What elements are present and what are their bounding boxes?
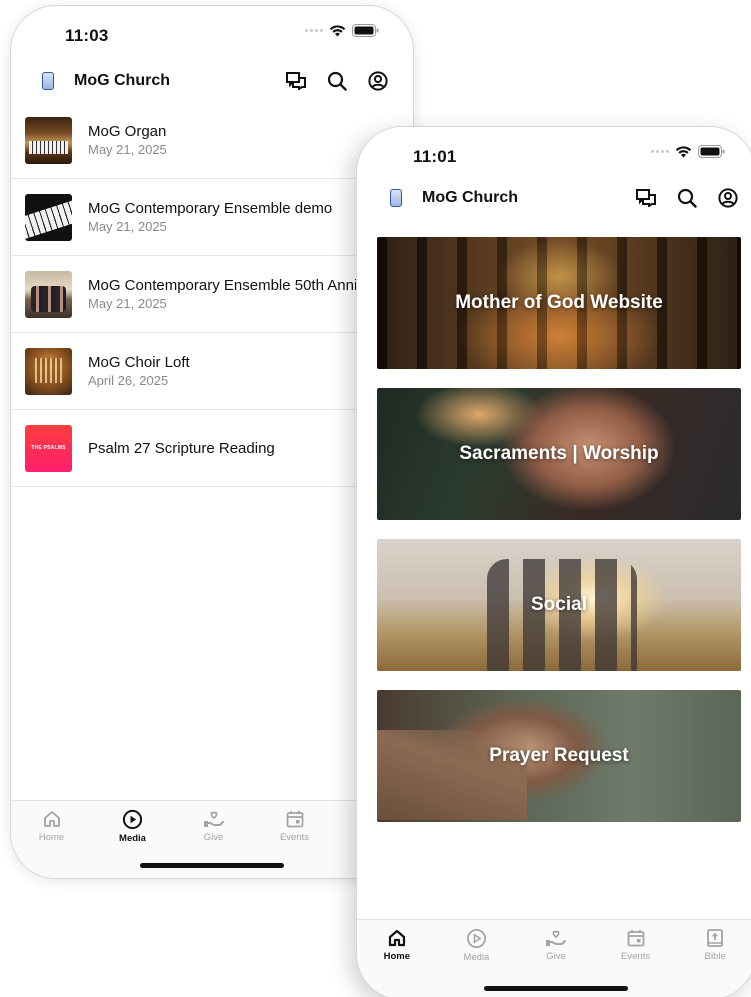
give-hand-heart-icon	[203, 811, 224, 827]
app-header: MoG Church	[385, 185, 739, 211]
play-circle-icon	[466, 928, 486, 949]
media-item-title: MoG Organ	[88, 123, 167, 140]
tab-label: Media	[119, 833, 146, 844]
media-list: MoG Organ May 21, 2025 MoG Contemporary …	[11, 102, 413, 487]
media-item-date: May 21, 2025	[88, 219, 167, 234]
signal-icon	[305, 29, 323, 32]
piano-thumbnail	[25, 193, 72, 241]
organ-thumbnail	[25, 116, 72, 164]
media-item-text: MoG Organ May 21, 2025	[88, 123, 167, 157]
group-photo-thumbnail	[25, 270, 72, 318]
sacraments-worship-tile[interactable]: Sacraments | Worship	[377, 388, 741, 520]
account-icon[interactable]	[367, 70, 389, 92]
media-item-text: Psalm 27 Scripture Reading	[88, 440, 275, 457]
media-item[interactable]: MoG Choir Loft April 26, 2025	[11, 333, 413, 410]
search-icon[interactable]	[676, 187, 698, 209]
tab-label: Home	[383, 951, 410, 962]
home-icon	[388, 929, 405, 947]
header-actions	[635, 187, 739, 209]
psalm-thumbnail-text: THE PSALMS	[31, 445, 66, 451]
choir-loft-thumbnail	[25, 347, 72, 395]
media-item-title: Psalm 27 Scripture Reading	[88, 439, 275, 457]
app-header: MoG Church	[37, 68, 389, 94]
calendar-icon	[627, 930, 644, 947]
home-indicator	[484, 986, 628, 991]
tile-label: Social	[531, 594, 587, 615]
wifi-icon	[329, 25, 346, 37]
tile-label: Prayer Request	[489, 745, 629, 766]
media-item-text: MoG Choir Loft April 26, 2025	[88, 354, 190, 388]
header-actions	[285, 70, 389, 92]
tab-bible[interactable]: Bible	[675, 920, 751, 997]
church-logo-icon	[42, 72, 54, 90]
calendar-icon	[286, 811, 303, 828]
prayer-request-tile[interactable]: Prayer Request	[377, 690, 741, 822]
search-icon[interactable]	[326, 70, 348, 92]
tab-label: Give	[203, 832, 224, 843]
tab-label: Events	[621, 951, 651, 962]
battery-icon	[698, 145, 725, 158]
tab-label: Media	[463, 952, 490, 963]
media-item-title: MoG Choir Loft	[88, 354, 190, 371]
media-item[interactable]: THE PSALMS Psalm 27 Scripture Reading	[11, 410, 413, 487]
give-hand-heart-icon	[545, 930, 566, 946]
account-icon[interactable]	[717, 187, 739, 209]
tile-label: Mother of God Website	[455, 292, 663, 313]
social-tile[interactable]: Social	[377, 539, 741, 671]
tab-home[interactable]: Home	[357, 920, 437, 997]
tab-label: Events	[279, 832, 310, 843]
media-item-title: MoG Contemporary Ensemble demo	[88, 200, 333, 217]
home-indicator	[140, 863, 284, 868]
bible-icon	[707, 929, 724, 947]
tab-home[interactable]: Home	[11, 801, 92, 878]
tile-label: Sacraments | Worship	[459, 443, 659, 464]
tab-label: Bible	[704, 951, 726, 962]
tab-label: Give	[546, 951, 566, 962]
status-time: 11:03	[65, 26, 109, 45]
status-icons	[305, 24, 379, 37]
home-tiles: Mother of God Website Sacraments | Worsh…	[377, 237, 741, 841]
home-icon	[43, 811, 60, 827]
status-time: 11:01	[413, 147, 457, 166]
battery-icon	[352, 24, 379, 37]
signal-icon	[651, 150, 669, 153]
chat-icon[interactable]	[285, 70, 307, 92]
tab-label: Home	[38, 832, 65, 843]
media-screen: 11:03 MoG Church MoG Organ May 21, 2025 …	[10, 5, 414, 879]
media-item-date: April 26, 2025	[88, 373, 169, 388]
wifi-icon	[675, 146, 692, 158]
chat-icon[interactable]	[635, 187, 657, 209]
app-title: MoG Church	[74, 72, 170, 89]
home-screen: 11:01 MoG Church Mother of God Website S…	[356, 126, 751, 997]
website-tile[interactable]: Mother of God Website	[377, 237, 741, 369]
media-item[interactable]: MoG Contemporary Ensemble 50th Anniversa…	[11, 256, 413, 333]
media-item[interactable]: MoG Contemporary Ensemble demo May 21, 2…	[11, 179, 413, 256]
media-item[interactable]: MoG Organ May 21, 2025	[11, 102, 413, 179]
church-logo-icon	[390, 189, 402, 207]
media-item-date: May 21, 2025	[88, 142, 167, 157]
psalm-thumbnail: THE PSALMS	[25, 424, 72, 472]
media-item-text: MoG Contemporary Ensemble demo May 21, 2…	[88, 200, 332, 234]
app-title: MoG Church	[422, 189, 518, 206]
status-icons	[651, 145, 725, 158]
play-circle-icon	[122, 809, 143, 830]
